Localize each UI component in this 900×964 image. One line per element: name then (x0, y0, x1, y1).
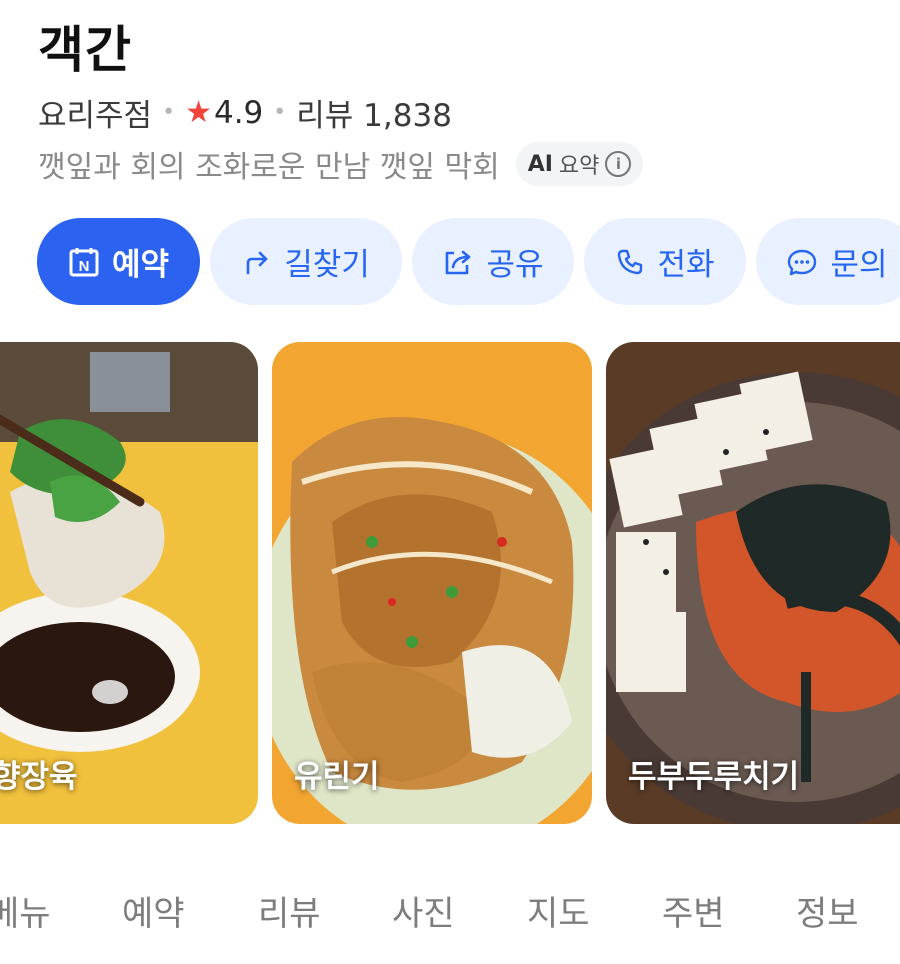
ai-summary-row: 깻잎과 회의 조화로운 만남 깻잎 막회 AI 요약 i (38, 142, 644, 186)
share-label: 공유 (486, 247, 544, 283)
tab-info[interactable]: 정보 (796, 886, 859, 935)
menu-card[interactable]: 두부두루치기 (606, 342, 900, 824)
ai-summary-chip[interactable]: AI 요약 i (515, 142, 644, 186)
chat-bubble-icon (786, 247, 818, 277)
menu-card-label: 유린기 (294, 759, 380, 795)
place-meta: 요리주점 • ★ 4.9 • 리뷰 1,838 (38, 90, 452, 135)
menu-card[interactable]: 향장육 (0, 342, 258, 824)
call-button[interactable]: 전화 (584, 218, 746, 305)
menu-card[interactable]: 유린기 (272, 342, 592, 824)
tab-reservation[interactable]: 예약 (122, 886, 185, 935)
place-detail-screen: 객간 요리주점 • ★ 4.9 • 리뷰 1,838 깻잎과 회의 조화로운 만… (0, 0, 900, 964)
rating-value: 4.9 (213, 94, 264, 131)
category-label: 요리주점 (38, 98, 153, 134)
tab-map[interactable]: 지도 (527, 886, 590, 935)
inquiry-button[interactable]: 문의 (756, 218, 900, 305)
reserve-label: 예약 (111, 247, 170, 283)
tab-nearby[interactable]: 주변 (662, 886, 725, 935)
separator-dot: • (273, 100, 287, 125)
review-count-link[interactable]: 리뷰 1,838 (296, 90, 452, 135)
tab-photos[interactable]: 사진 (392, 886, 455, 935)
inquiry-label: 문의 (830, 247, 888, 283)
call-label: 전화 (657, 247, 715, 283)
ai-summary-label: 요약 (558, 154, 600, 179)
section-tab-bar: 메뉴 예약 리뷰 사진 지도 주변 정보 (0, 878, 900, 948)
tab-reviews[interactable]: 리뷰 (258, 886, 321, 935)
action-buttons: N 예약 길찾기 공유 전화 문의 (37, 218, 900, 305)
phone-icon (615, 247, 645, 277)
directions-icon (242, 247, 272, 277)
directions-button[interactable]: 길찾기 (210, 218, 402, 305)
star-icon: ★ (185, 95, 212, 130)
menu-card-label: 향장육 (0, 759, 78, 795)
share-icon (442, 247, 474, 277)
menu-card-label: 두부두루치기 (628, 759, 800, 795)
info-icon: i (605, 151, 632, 177)
directions-label: 길찾기 (284, 247, 370, 283)
svg-text:N: N (79, 258, 90, 275)
ai-label: AI (527, 151, 553, 177)
reserve-button[interactable]: N 예약 (37, 218, 200, 305)
separator-dot: • (162, 100, 176, 125)
menu-photo-carousel[interactable]: 향장육 유린기 두부두루치기 (0, 342, 900, 824)
place-name: 객간 (38, 21, 132, 79)
summary-text: 깻잎과 회의 조화로운 만남 깻잎 막회 (38, 150, 500, 185)
share-button[interactable]: 공유 (412, 218, 574, 305)
naver-calendar-icon: N (68, 246, 100, 278)
tab-menu[interactable]: 메뉴 (0, 886, 51, 935)
